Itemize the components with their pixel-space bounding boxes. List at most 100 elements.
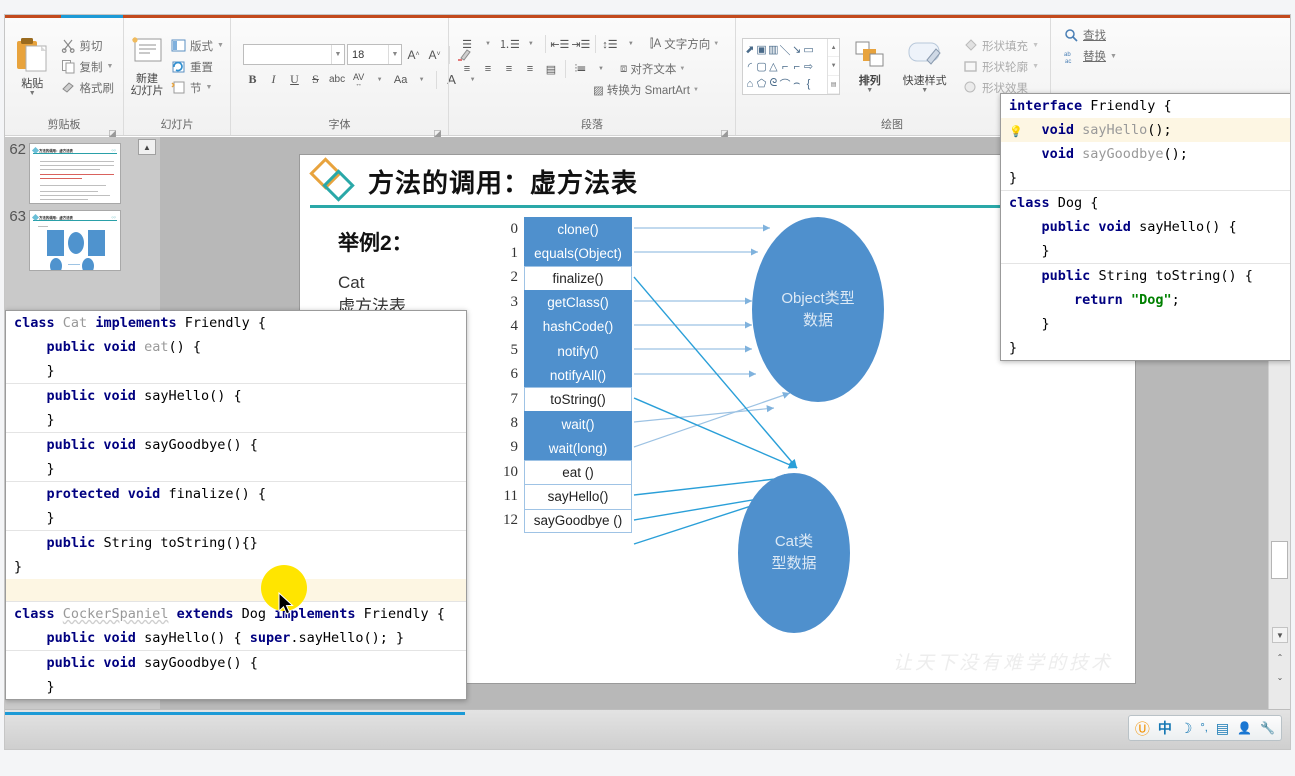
- new-slide-button[interactable]: 新建 幻灯片: [130, 36, 164, 97]
- ime-toolbar[interactable]: Ⓤ 中 ☽ °, ▤ 👤 🔧: [1127, 715, 1282, 741]
- shape-oval-icon[interactable]: ▢: [756, 58, 768, 75]
- align-center-button[interactable]: ≡: [478, 60, 498, 79]
- shape-blank2-icon[interactable]: [814, 58, 826, 75]
- shape-elbow-icon[interactable]: ⌐: [779, 58, 791, 75]
- thumbnail-preview[interactable]: 方法的调用：虚方法表 ◇◇: [29, 210, 121, 271]
- chevron-down-icon[interactable]: ▼: [1032, 42, 1039, 49]
- shapes-scroll-down-icon[interactable]: ▼: [828, 57, 840, 76]
- numbering-button[interactable]: ⒈☰: [499, 35, 520, 54]
- code-popup-friendly-dog[interactable]: interface Friendly { 💡 void sayHello(); …: [1000, 93, 1290, 361]
- replace-button[interactable]: ab ac 替换 ▼: [1061, 47, 1120, 65]
- character-spacing-button[interactable]: AV ↔: [349, 70, 368, 89]
- shape-outline-button[interactable]: 形状轮廓 ▼: [960, 58, 1042, 76]
- chevron-down-icon[interactable]: ▼: [107, 63, 114, 70]
- vtable-row[interactable]: 10 eat (): [496, 459, 632, 485]
- chevron-down-icon[interactable]: ▼: [693, 87, 699, 93]
- font-size-combo[interactable]: 18 ▼: [347, 44, 402, 65]
- shape-curve-icon[interactable]: ⌒: [779, 75, 791, 92]
- section-button[interactable]: 节 ▼: [168, 79, 227, 97]
- chevron-down-icon[interactable]: ▼: [713, 41, 719, 47]
- shape-rectangle-icon[interactable]: ▭: [803, 41, 815, 58]
- underline-button[interactable]: U: [285, 70, 304, 89]
- italic-button[interactable]: I: [264, 70, 283, 89]
- object-data-ellipse[interactable]: Object类型 数据: [752, 217, 884, 402]
- chevron-down-icon[interactable]: ▼: [370, 70, 389, 89]
- chevron-down-icon[interactable]: ▼: [206, 84, 213, 91]
- shape-blank-icon[interactable]: [814, 41, 826, 58]
- chinese-mode-icon[interactable]: 中: [1158, 718, 1172, 738]
- vtable-row[interactable]: 12 sayGoodbye (): [496, 508, 632, 533]
- vtable-row[interactable]: 6 notifyAll(): [496, 362, 632, 388]
- chevron-down-icon[interactable]: ▼: [866, 87, 873, 94]
- thumbnail-item-62[interactable]: 62 方法的调用：虚方法表 ◇◇: [5, 137, 160, 204]
- vtable-row[interactable]: 4 hashCode(): [496, 314, 632, 339]
- quick-styles-button[interactable]: 快速样式 ▼: [899, 40, 950, 94]
- cat-data-ellipse[interactable]: Cat类 型数据: [738, 473, 850, 633]
- bullets-button[interactable]: ☰: [457, 35, 477, 54]
- vtable-row[interactable]: 2 finalize(): [496, 265, 632, 290]
- increase-font-size-button[interactable]: A ˄: [404, 45, 423, 64]
- shape-line-icon[interactable]: ＼: [779, 41, 791, 58]
- shape-brace-icon[interactable]: {: [803, 75, 815, 92]
- vtable-row[interactable]: 7 toString(): [496, 387, 632, 412]
- vtable-row[interactable]: 11 sayHello(): [496, 484, 632, 509]
- shape-arrow-icon[interactable]: ⬈: [744, 41, 756, 58]
- vtable-row[interactable]: 9 wait(long): [496, 435, 632, 460]
- vtable-row[interactable]: 8 wait(): [496, 411, 632, 436]
- shape-fill-button[interactable]: 形状填充 ▼: [960, 37, 1042, 55]
- cut-button[interactable]: 剪切: [58, 37, 118, 55]
- paragraph-dialog-launcher[interactable]: ◪: [720, 123, 729, 138]
- chevron-down-icon[interactable]: ▼: [478, 35, 498, 54]
- arrange-button[interactable]: 排列 ▼: [846, 40, 893, 94]
- chevron-down-icon[interactable]: ▼: [1110, 53, 1117, 60]
- shapes-gallery[interactable]: ⬈ ▣ ▥ ＼ ↘ ▭ ◜ ▢ △ ⌐ ⌐ ⇨ ⌂ ⬠ ᘓ ⌒ ⌢ {▲ ▼ …: [742, 38, 841, 95]
- shape-textbox-icon[interactable]: ▣: [756, 41, 768, 58]
- shape-triangle-icon[interactable]: △: [767, 58, 779, 75]
- distribute-button[interactable]: ▤: [541, 60, 561, 79]
- format-painter-button[interactable]: 格式刷: [58, 79, 118, 97]
- shape-block-arrow-icon[interactable]: ⇨: [803, 58, 815, 75]
- chevron-down-icon[interactable]: ▼: [591, 60, 611, 79]
- justify-button[interactable]: ≡: [520, 60, 540, 79]
- chevron-down-icon[interactable]: ▼: [217, 42, 224, 49]
- chevron-down-icon[interactable]: ▼: [388, 45, 401, 64]
- chevron-down-icon[interactable]: ▼: [331, 45, 344, 64]
- scroll-down-button[interactable]: ▼: [1272, 627, 1288, 643]
- clipboard-dialog-launcher[interactable]: ◪: [108, 123, 117, 138]
- align-left-button[interactable]: ≡: [457, 60, 477, 79]
- shape-oval-partial-icon[interactable]: ◜: [744, 58, 756, 75]
- scrollbar-thumb[interactable]: [1271, 541, 1288, 579]
- paste-button[interactable]: 粘贴 ▼: [11, 37, 54, 97]
- sogou-logo-icon[interactable]: Ⓤ: [1135, 718, 1150, 739]
- chevron-down-icon[interactable]: ▼: [1032, 63, 1039, 70]
- bold-button[interactable]: B: [243, 70, 262, 89]
- font-name-combo[interactable]: ▼: [243, 44, 345, 65]
- shape-blank3-icon[interactable]: [814, 75, 826, 92]
- shape-line-arrow-icon[interactable]: ↘: [791, 41, 803, 58]
- find-button[interactable]: 查找: [1061, 26, 1120, 44]
- chevron-down-icon[interactable]: ▼: [621, 35, 641, 54]
- shapes-scroll-up-icon[interactable]: ▲: [828, 39, 840, 58]
- shape-hexagon-icon[interactable]: ⬠: [756, 75, 768, 92]
- chevron-down-icon[interactable]: ▼: [521, 35, 541, 54]
- shape-pentagon-icon[interactable]: ⌂: [744, 75, 756, 92]
- copy-button[interactable]: 复制 ▼: [58, 58, 118, 76]
- strikethrough-button[interactable]: S: [306, 70, 325, 89]
- user-icon[interactable]: 👤: [1237, 721, 1252, 735]
- chevron-down-icon[interactable]: ▼: [412, 70, 431, 89]
- font-dialog-launcher[interactable]: ◪: [433, 123, 442, 138]
- decrease-font-size-button[interactable]: A ˅: [425, 45, 444, 64]
- tools-icon[interactable]: 🔧: [1260, 721, 1275, 735]
- punctuation-icon[interactable]: °,: [1200, 722, 1207, 734]
- layout-button[interactable]: 版式 ▼: [168, 37, 227, 55]
- thumbnail-preview[interactable]: 方法的调用：虚方法表 ◇◇: [29, 143, 121, 204]
- code-popup-cat[interactable]: class Cat implements Friendly { public v…: [5, 310, 467, 700]
- text-shadow-button[interactable]: abc: [327, 70, 347, 89]
- vtable-row[interactable]: 0 clone(): [496, 217, 632, 242]
- convert-smartart-button[interactable]: ▨ 转换为 SmartArt ▼: [591, 81, 701, 99]
- moon-icon[interactable]: ☽: [1180, 720, 1193, 737]
- chevron-down-icon[interactable]: ▼: [679, 66, 685, 72]
- previous-slide-button[interactable]: ⌃: [1272, 649, 1288, 665]
- change-case-button[interactable]: Aa: [391, 70, 410, 89]
- shape-freeform-icon[interactable]: ᘓ: [767, 75, 779, 92]
